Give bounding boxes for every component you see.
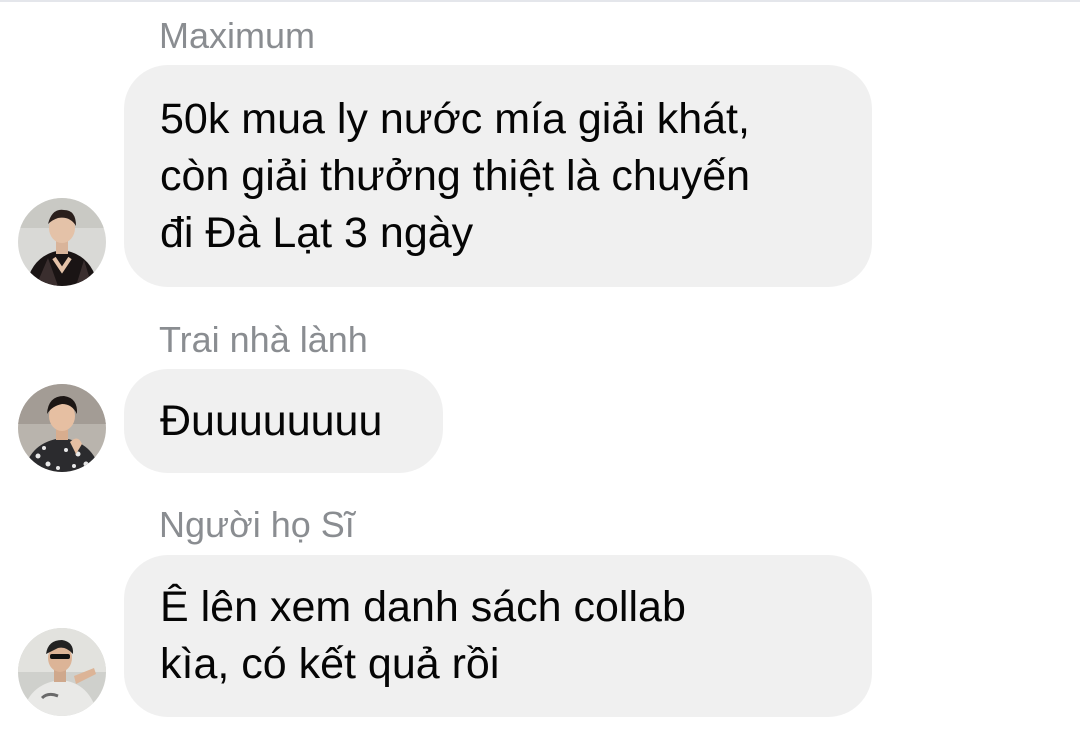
user-avatar-icon	[18, 628, 106, 716]
message-line: đi Đà Lạt 3 ngày	[160, 208, 474, 257]
message-bubble[interactable]: Ê lên xem danh sách collab kìa, có kết q…	[124, 555, 872, 717]
user-avatar[interactable]	[18, 628, 106, 716]
sender-name: Trai nhà lành	[159, 319, 368, 360]
message-line: còn giải thưởng thiệt là chuyến	[160, 151, 751, 200]
top-divider	[0, 0, 1080, 2]
message-bubble[interactable]: Đuuuuuuuu	[124, 369, 443, 473]
user-avatar[interactable]	[18, 384, 106, 472]
user-avatar-icon	[18, 198, 106, 286]
sender-name: Maximum	[159, 15, 316, 56]
message-line: Đuuuuuuuu	[160, 396, 383, 445]
message-line: 50k mua ly nước mía giải khát,	[160, 94, 750, 143]
message-line: kìa, có kết quả rồi	[160, 640, 500, 688]
user-avatar-icon	[18, 384, 106, 472]
message-bubble[interactable]: 50k mua ly nước mía giải khát, còn giải …	[124, 65, 872, 287]
sender-name: Người họ Sĩ	[159, 504, 355, 545]
message-line: Ê lên xem danh sách collab	[160, 583, 686, 631]
user-avatar[interactable]	[18, 198, 106, 286]
